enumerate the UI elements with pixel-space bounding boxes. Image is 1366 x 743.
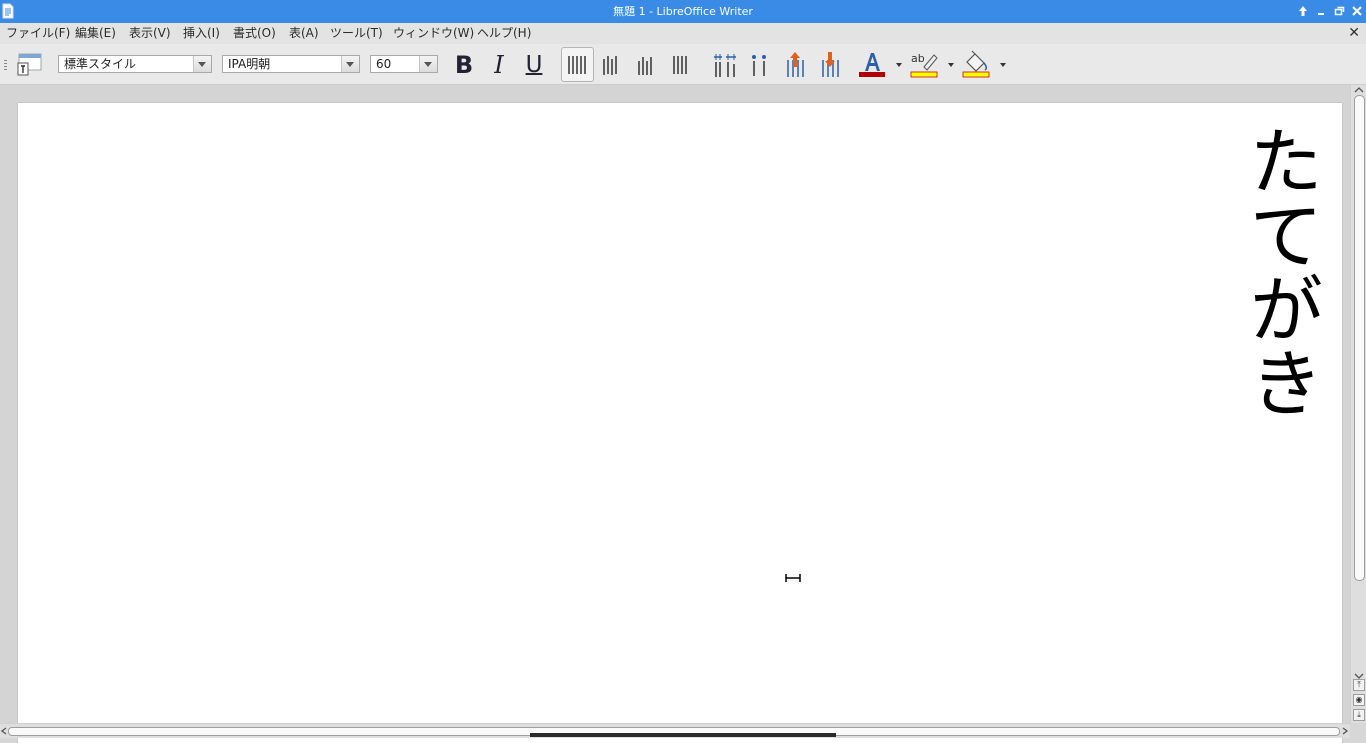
taskbar-strip: [530, 733, 836, 737]
align-bottom-vertical-icon: [638, 57, 652, 75]
chevron-down-icon[interactable]: [341, 56, 359, 72]
italic-button[interactable]: I: [485, 52, 513, 78]
align-bottom-vertical-button[interactable]: [632, 50, 662, 80]
font-name-value: IPA明朝: [228, 57, 271, 71]
align-top-vertical-button[interactable]: [561, 47, 594, 82]
close-document-icon[interactable]: ✕: [1348, 23, 1360, 44]
increase-spacing-icon: [787, 52, 804, 77]
previous-page-icon[interactable]: ⤒: [1353, 679, 1365, 691]
chevron-down-icon[interactable]: [419, 56, 437, 72]
font-size-value: 60: [376, 57, 392, 71]
svg-text:ab: ab: [911, 52, 925, 65]
font-size-combo[interactable]: 60: [370, 55, 438, 73]
font-color-button[interactable]: [857, 50, 887, 80]
font-color-icon: [859, 53, 885, 77]
scroll-left-icon[interactable]: [0, 727, 8, 735]
maximize-icon[interactable]: [1332, 4, 1346, 18]
background-color-dropdown-icon[interactable]: [1000, 63, 1006, 67]
styles-window-button[interactable]: [14, 50, 44, 80]
close-icon[interactable]: [1350, 4, 1364, 18]
line-spacing-button[interactable]: [710, 50, 740, 80]
paint-bucket-icon: [962, 50, 990, 78]
increase-paragraph-spacing-button[interactable]: [780, 50, 810, 80]
menu-file[interactable]: ファイル(F): [6, 23, 70, 44]
menu-insert[interactable]: 挿入(I): [183, 23, 220, 44]
menu-view[interactable]: 表示(V): [129, 23, 171, 44]
formatting-toolbar: 標準スタイル IPA明朝 60 B I U ab: [0, 44, 1366, 85]
menu-bar: ファイル(F) 編集(E) 表示(V) 挿入(I) 書式(O) 表(A) ツール…: [0, 23, 1366, 45]
menu-format[interactable]: 書式(O): [233, 23, 276, 44]
navigation-icon[interactable]: ◉: [1353, 694, 1365, 706]
title-bar: 無題 1 - LibreOffice Writer: [0, 0, 1366, 23]
document-workspace[interactable]: たてがき: [0, 85, 1350, 743]
font-name-combo[interactable]: IPA明朝: [222, 55, 360, 73]
font-color-dropdown-icon[interactable]: [896, 63, 902, 67]
vertical-scroll-thumb[interactable]: [1354, 95, 1365, 581]
align-center-vertical-button[interactable]: [597, 50, 627, 80]
justify-vertical-icon: [673, 56, 687, 74]
line-spacing-icon: [714, 54, 736, 77]
align-center-vertical-icon: [603, 56, 617, 75]
menu-window[interactable]: ウィンドウ(W): [393, 23, 474, 44]
highlighting-dropdown-icon[interactable]: [948, 63, 954, 67]
paragraph-spacing-icon: [752, 55, 766, 76]
document-text[interactable]: たてがき: [1237, 123, 1323, 419]
decrease-paragraph-spacing-button[interactable]: [815, 50, 845, 80]
paragraph-style-combo[interactable]: 標準スタイル: [58, 55, 212, 73]
toolbar-grip-icon[interactable]: [4, 60, 7, 70]
menu-table[interactable]: 表(A): [289, 23, 319, 44]
pin-up-icon[interactable]: [1296, 4, 1310, 18]
vertical-scrollbar[interactable]: ⤒ ◉ ⤓: [1350, 85, 1366, 723]
justify-vertical-button[interactable]: [667, 50, 697, 80]
decrease-spacing-icon: [822, 52, 839, 77]
menu-edit[interactable]: 編集(E): [75, 23, 116, 44]
menu-tools[interactable]: ツール(T): [330, 23, 383, 44]
highlighting-button[interactable]: ab: [909, 50, 939, 80]
next-page-icon[interactable]: ⤓: [1353, 709, 1365, 721]
window-title: 無題 1 - LibreOffice Writer: [613, 5, 753, 18]
underline-button[interactable]: U: [520, 52, 548, 78]
resize-cursor-icon: [785, 574, 801, 582]
paragraph-style-value: 標準スタイル: [64, 57, 137, 71]
styles-icon: [17, 53, 42, 76]
bold-button[interactable]: B: [450, 52, 478, 78]
background-color-button[interactable]: [961, 50, 991, 80]
menu-help[interactable]: ヘルプ(H): [477, 23, 531, 44]
minimize-icon[interactable]: [1314, 4, 1328, 18]
paragraph-spacing-button[interactable]: [745, 50, 775, 80]
document-page[interactable]: たてがき: [18, 103, 1342, 743]
highlighter-icon: ab: [910, 52, 938, 78]
align-right-vertical-icon: [568, 56, 586, 74]
chevron-down-icon[interactable]: [193, 56, 211, 72]
scroll-up-icon[interactable]: [1354, 86, 1364, 94]
scroll-right-icon[interactable]: [1341, 727, 1349, 735]
